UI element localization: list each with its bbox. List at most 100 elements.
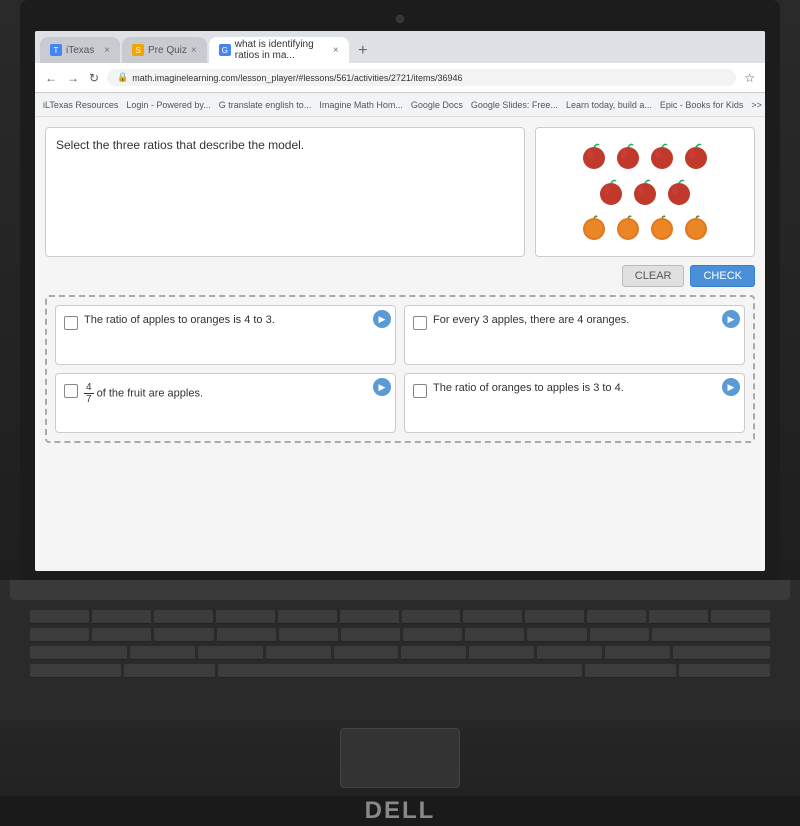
tab-add-button[interactable]: + xyxy=(351,39,375,63)
back-button[interactable]: ← xyxy=(43,69,59,87)
bookmark-epic[interactable]: Epic - Books for Kids xyxy=(660,100,744,110)
bookmark-login[interactable]: Login - Powered by... xyxy=(126,100,210,110)
key xyxy=(673,646,770,660)
apple-1 xyxy=(579,141,609,171)
key-row-3 xyxy=(30,646,770,660)
choice-item-2: For every 3 apples, there are 4 oranges.… xyxy=(404,305,745,365)
laptop-frame: T iTexas × S Pre Quiz × G what is identi… xyxy=(0,0,800,800)
question-area: Select the three ratios that describe th… xyxy=(45,127,755,257)
reload-button[interactable]: ↻ xyxy=(87,69,101,87)
bookmark-learn[interactable]: Learn today, build a... xyxy=(566,100,652,110)
url-text: math.imaginelearning.com/lesson_player/#… xyxy=(132,73,462,83)
audio-button-2[interactable]: ▶ xyxy=(722,310,740,328)
tab-active[interactable]: G what is identifying ratios in ma... × xyxy=(209,37,349,63)
apple-row-2 xyxy=(596,177,694,207)
tab-close-prequiz[interactable]: × xyxy=(191,45,197,56)
key-row-spacebar xyxy=(30,664,770,678)
bookmark-imagine[interactable]: Imagine Math Hom... xyxy=(319,100,403,110)
tab-itexas[interactable]: T iTexas × xyxy=(40,37,120,63)
choice-checkbox-1[interactable] xyxy=(64,316,78,330)
orange-row xyxy=(579,213,711,243)
choice-checkbox-2[interactable] xyxy=(413,316,427,330)
keyboard-top xyxy=(10,580,790,600)
fraction-denominator: 7 xyxy=(84,394,94,405)
address-bar: ← → ↻ 🔒 math.imaginelearning.com/lesson_… xyxy=(35,63,765,93)
bookmark-gdocs[interactable]: Google Docs xyxy=(411,100,463,110)
tab-favicon-prequiz: S xyxy=(132,44,144,56)
key xyxy=(537,646,602,660)
key-row-1 xyxy=(30,610,770,624)
spacebar-key[interactable] xyxy=(218,664,582,678)
key xyxy=(587,610,646,624)
question-text-box: Select the three ratios that describe th… xyxy=(45,127,525,257)
key xyxy=(30,628,89,642)
key xyxy=(463,610,522,624)
key xyxy=(340,610,399,624)
screen-bezel: T iTexas × S Pre Quiz × G what is identi… xyxy=(20,0,780,580)
orange-2 xyxy=(613,213,643,243)
choice-checkbox-3[interactable] xyxy=(64,384,78,398)
orange-4 xyxy=(681,213,711,243)
audio-button-4[interactable]: ▶ xyxy=(722,378,740,396)
choices-area: The ratio of apples to oranges is 4 to 3… xyxy=(45,295,755,443)
key xyxy=(30,646,127,660)
bookmark-translate[interactable]: G translate english to... xyxy=(219,100,312,110)
choice-text-3: 4 7 of the fruit are apples. xyxy=(84,382,387,405)
fraction-numerator: 4 xyxy=(84,382,94,394)
key xyxy=(711,610,770,624)
image-box xyxy=(535,127,755,257)
apple-2 xyxy=(613,141,643,171)
tab-favicon-active: G xyxy=(219,44,231,56)
bookmark-more[interactable]: >> xyxy=(751,100,762,110)
bookmark-star[interactable]: ☆ xyxy=(742,69,757,87)
apple-7 xyxy=(664,177,694,207)
audio-button-3[interactable]: ▶ xyxy=(373,378,391,396)
tab-label-itexas: iTexas xyxy=(66,45,94,56)
key xyxy=(92,628,151,642)
dell-area xyxy=(0,720,800,796)
screen-content: T iTexas × S Pre Quiz × G what is identi… xyxy=(35,31,765,571)
key xyxy=(154,628,213,642)
key xyxy=(30,664,121,678)
key xyxy=(216,610,275,624)
bookmark-iltexas[interactable]: iLTexas Resources xyxy=(43,100,118,110)
key xyxy=(401,646,466,660)
page-content: Select the three ratios that describe th… xyxy=(35,117,765,571)
touchpad[interactable] xyxy=(340,728,460,788)
key xyxy=(217,628,276,642)
key xyxy=(154,610,213,624)
action-buttons: CLEAR CHECK xyxy=(45,265,755,287)
bookmarks-bar: iLTexas Resources Login - Powered by... … xyxy=(35,93,765,117)
tab-close-active[interactable]: × xyxy=(333,45,339,56)
key xyxy=(279,628,338,642)
bookmark-gslides[interactable]: Google Slides: Free... xyxy=(471,100,558,110)
key xyxy=(585,664,676,678)
key xyxy=(679,664,770,678)
audio-button-1[interactable]: ▶ xyxy=(373,310,391,328)
tab-label-active: what is identifying ratios in ma... xyxy=(235,39,329,61)
key xyxy=(266,646,331,660)
tab-close-itexas[interactable]: × xyxy=(104,45,110,56)
apple-row xyxy=(579,141,711,171)
tab-label-prequiz: Pre Quiz xyxy=(148,45,187,56)
choice-checkbox-4[interactable] xyxy=(413,384,427,398)
forward-button[interactable]: → xyxy=(65,69,81,87)
key xyxy=(92,610,151,624)
key xyxy=(403,628,462,642)
key xyxy=(402,610,461,624)
key xyxy=(341,628,400,642)
key-row-2 xyxy=(30,628,770,642)
choice-text-2: For every 3 apples, there are 4 oranges. xyxy=(433,314,736,326)
keyboard-body xyxy=(0,600,800,720)
clear-button[interactable]: CLEAR xyxy=(622,265,685,287)
fraction-suffix: of the fruit are apples. xyxy=(97,387,203,399)
orange-3 xyxy=(647,213,677,243)
key xyxy=(334,646,399,660)
url-box[interactable]: 🔒 math.imaginelearning.com/lesson_player… xyxy=(107,69,736,86)
tab-favicon-itexas: T xyxy=(50,44,62,56)
apple-6 xyxy=(630,177,660,207)
fraction-display: 4 7 xyxy=(84,382,94,405)
key xyxy=(278,610,337,624)
tab-prequiz[interactable]: S Pre Quiz × xyxy=(122,37,207,63)
check-button[interactable]: CHECK xyxy=(690,265,755,287)
